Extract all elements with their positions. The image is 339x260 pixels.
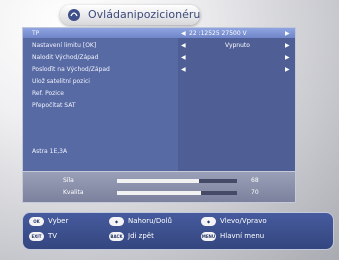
tp-value: 22 :12525 27500 V xyxy=(189,30,247,37)
strength-bar-fill xyxy=(117,179,199,183)
help-left-right: Vlevo/Vpravo xyxy=(220,217,267,225)
menu-item-ref[interactable]: Ref. Pozice xyxy=(32,90,64,97)
left-right-button-icon: ◆ xyxy=(201,217,216,226)
left-arrow-icon[interactable]: ◀ xyxy=(181,66,186,73)
right-arrow-icon[interactable]: ▶ xyxy=(285,30,290,37)
quality-value: 70 xyxy=(251,189,259,196)
help-main-menu: Hlavní menu xyxy=(220,232,265,240)
help-footer: OK Vyber ◆ Nahoru/Dolů ◆ Vlevo/Vpravo EX… xyxy=(22,212,334,250)
menu-item-save[interactable]: Ulož satelitní pozici xyxy=(32,78,90,85)
selected-row-highlight xyxy=(23,28,295,38)
page-title: Ovládanipozicionéru xyxy=(88,8,201,21)
up-down-button-icon: ◆ xyxy=(109,217,124,226)
limit-value: Vypnuto xyxy=(225,42,250,49)
menu-button-icon: MENU xyxy=(201,232,216,241)
help-up-down: Nahoru/Dolů xyxy=(128,217,172,225)
quality-bar xyxy=(117,191,237,195)
menu-item-limit[interactable]: Nastavení limitu [OK] xyxy=(32,42,96,49)
satellite-name: Astra 1E,3A xyxy=(32,148,68,155)
right-arrow-icon[interactable]: ▶ xyxy=(285,42,290,49)
right-arrow-icon[interactable]: ▶ xyxy=(285,66,290,73)
left-arrow-icon[interactable]: ◀ xyxy=(181,54,186,61)
signal-box: Síla 68 Kvalita 70 xyxy=(22,171,296,203)
help-tv: TV xyxy=(48,232,58,240)
satellite-dish-icon xyxy=(68,9,80,21)
back-button-icon: BACK xyxy=(109,232,124,241)
help-select: Vyber xyxy=(48,217,69,225)
strength-label: Síla xyxy=(63,177,74,184)
positioner-screen: Ovládanipozicionéru TP Nastavení limitu … xyxy=(0,0,339,260)
strength-value: 68 xyxy=(251,177,259,184)
menu-item-tp[interactable]: TP xyxy=(32,30,39,37)
menu-item-step[interactable]: Posloďit na Východ/Západ xyxy=(32,66,110,73)
title-bar: Ovládanipozicionéru xyxy=(60,5,200,25)
quality-bar-fill xyxy=(117,191,201,195)
left-arrow-icon[interactable]: ◀ xyxy=(181,42,186,49)
right-arrow-icon[interactable]: ▶ xyxy=(285,54,290,61)
exit-button-icon: EXIT xyxy=(29,232,44,241)
left-arrow-icon[interactable]: ◀ xyxy=(181,30,186,37)
menu-panel: TP Nastavení limitu [OK] Nalodit Východ/… xyxy=(22,27,296,172)
menu-item-recalc[interactable]: Přepočítat SAT xyxy=(32,102,76,109)
menu-item-move[interactable]: Nalodit Východ/Západ xyxy=(32,54,98,61)
value-column xyxy=(178,28,295,171)
quality-label: Kvalita xyxy=(63,189,84,196)
help-back: Jdi zpět xyxy=(128,232,154,240)
strength-bar xyxy=(117,179,237,183)
ok-button-icon: OK xyxy=(29,217,44,226)
